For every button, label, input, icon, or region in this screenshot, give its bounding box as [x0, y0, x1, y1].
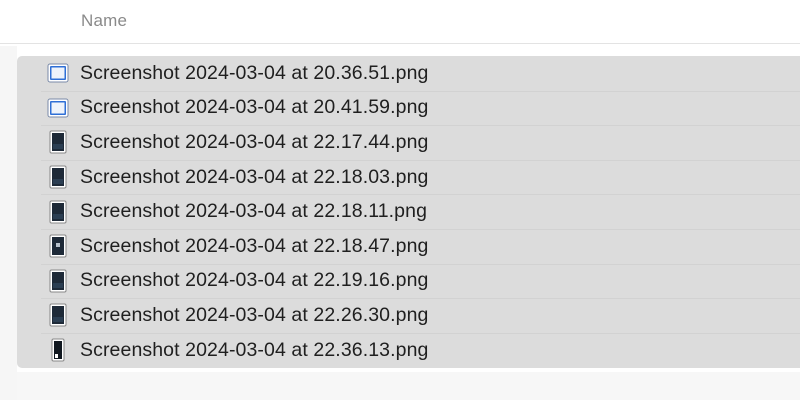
file-row[interactable]: Screenshot 2024-03-04 at 20.36.51.png	[17, 56, 800, 91]
image-file-icon	[44, 60, 72, 86]
file-name: Screenshot 2024-03-04 at 22.18.11.png	[80, 200, 428, 223]
file-row[interactable]: Screenshot 2024-03-04 at 22.36.13.png	[17, 332, 800, 368]
file-row[interactable]: Screenshot 2024-03-04 at 22.18.03.png	[17, 159, 800, 195]
file-list: Screenshot 2024-03-04 at 20.36.51.png Sc…	[17, 56, 800, 367]
image-file-icon	[44, 164, 72, 190]
file-name: Screenshot 2024-03-04 at 22.18.03.png	[80, 165, 429, 188]
file-name: Screenshot 2024-03-04 at 22.17.44.png	[80, 130, 429, 153]
image-file-icon	[44, 129, 72, 155]
image-file-icon	[44, 268, 72, 294]
finder-list-view: Name Screenshot 2024-03-04 at 20.36.51.p…	[0, 0, 800, 400]
list-left-gutter	[0, 46, 17, 400]
file-row[interactable]: Screenshot 2024-03-04 at 20.41.59.png	[17, 90, 800, 126]
image-file-icon	[44, 233, 72, 259]
image-file-icon	[44, 337, 72, 363]
file-row[interactable]: Screenshot 2024-03-04 at 22.18.47.png	[17, 228, 800, 264]
file-name: Screenshot 2024-03-04 at 22.26.30.png	[80, 303, 429, 326]
image-file-icon	[44, 199, 72, 225]
column-header[interactable]: Name	[0, 0, 800, 44]
file-name: Screenshot 2024-03-04 at 22.36.13.png	[80, 338, 429, 361]
file-row[interactable]: Screenshot 2024-03-04 at 22.18.11.png	[17, 194, 800, 229]
image-file-icon	[44, 95, 72, 121]
file-row[interactable]: Screenshot 2024-03-04 at 22.17.44.png	[17, 125, 800, 160]
file-name: Screenshot 2024-03-04 at 22.19.16.png	[80, 269, 429, 292]
empty-list-area	[17, 372, 800, 400]
file-name: Screenshot 2024-03-04 at 22.18.47.png	[80, 234, 429, 257]
file-name: Screenshot 2024-03-04 at 20.36.51.png	[80, 61, 429, 84]
file-name: Screenshot 2024-03-04 at 20.41.59.png	[80, 96, 429, 119]
name-column-header[interactable]: Name	[81, 11, 127, 31]
file-row[interactable]: Screenshot 2024-03-04 at 22.19.16.png	[17, 263, 800, 299]
image-file-icon	[44, 302, 72, 328]
file-row[interactable]: Screenshot 2024-03-04 at 22.26.30.png	[17, 298, 800, 333]
